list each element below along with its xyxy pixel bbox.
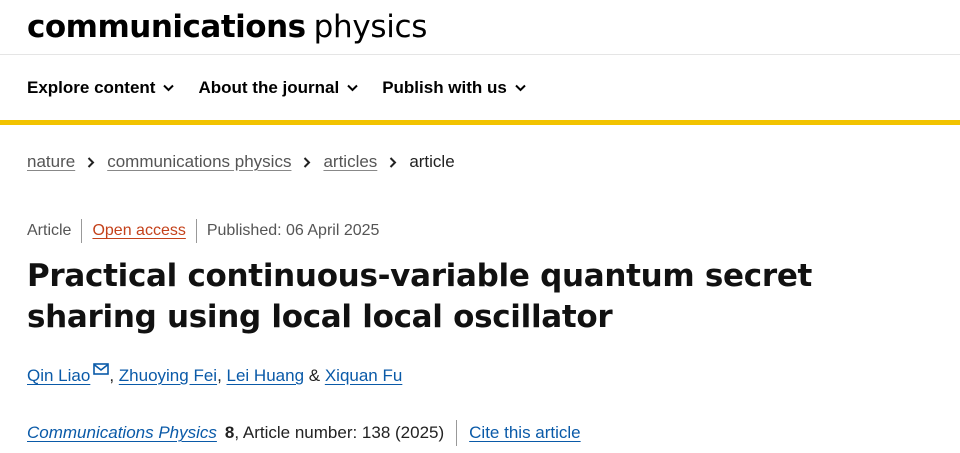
chevron-down-icon bbox=[515, 84, 526, 92]
author-link[interactable]: Lei Huang bbox=[227, 366, 305, 386]
chevron-right-icon bbox=[390, 156, 397, 168]
breadcrumb-current: article bbox=[409, 152, 455, 171]
journal-name-link[interactable]: Communications Physics bbox=[27, 423, 217, 443]
article-number: , Article number: 138 (2025) bbox=[234, 423, 445, 442]
author-separator: , bbox=[217, 366, 227, 385]
article-meta: Article Open access Published: 06 April … bbox=[27, 219, 379, 243]
nav-about-journal[interactable]: About the journal bbox=[198, 78, 358, 98]
breadcrumb-link-nature[interactable]: nature bbox=[27, 152, 75, 172]
journal-logo[interactable]: communications physics bbox=[27, 0, 427, 54]
meta-divider bbox=[81, 219, 83, 243]
chevron-right-icon bbox=[87, 156, 95, 168]
published-date: Published: 06 April 2025 bbox=[206, 222, 380, 239]
mail-icon[interactable] bbox=[93, 363, 110, 375]
nav-publish-with-us[interactable]: Publish with us bbox=[382, 78, 526, 98]
author-list: Qin Liao , Zhuoying Fei , Lei Huang & Xi… bbox=[27, 363, 403, 386]
author-link[interactable]: Xiquan Fu bbox=[325, 366, 403, 386]
nav-item-label: Publish with us bbox=[382, 78, 507, 97]
masthead-divider bbox=[0, 54, 960, 55]
cite-this-article-link[interactable]: Cite this article bbox=[469, 423, 580, 443]
main-nav: Explore content About the journal Publis… bbox=[27, 70, 550, 106]
nav-item-label: About the journal bbox=[198, 78, 340, 97]
article-type: Article bbox=[27, 222, 72, 239]
volume-number: 8 bbox=[224, 423, 235, 442]
citation-divider bbox=[456, 420, 458, 446]
logo-bold-text: communications bbox=[27, 9, 306, 45]
author-separator: & bbox=[304, 366, 325, 385]
open-access-link[interactable]: Open access bbox=[92, 222, 185, 240]
breadcrumb-link-journal[interactable]: communications physics bbox=[107, 152, 291, 172]
chevron-right-icon bbox=[304, 156, 311, 168]
breadcrumb-link-articles[interactable]: articles bbox=[323, 152, 377, 172]
logo-light-text: physics bbox=[313, 9, 428, 45]
author-link[interactable]: Qin Liao bbox=[27, 366, 90, 386]
chevron-down-icon bbox=[163, 84, 175, 92]
chevron-down-icon bbox=[347, 84, 358, 92]
nav-item-label: Explore content bbox=[27, 78, 156, 97]
citation-line: Communications Physics 8 , Article numbe… bbox=[27, 420, 581, 446]
breadcrumb: nature communications physics articles a… bbox=[27, 152, 455, 172]
article-title: Practical continuous-variable quantum se… bbox=[27, 258, 813, 335]
meta-divider bbox=[195, 219, 197, 243]
nav-explore-content[interactable]: Explore content bbox=[27, 78, 175, 98]
author-link[interactable]: Zhuoying Fei bbox=[119, 366, 217, 386]
accent-bar bbox=[0, 120, 960, 125]
author-separator: , bbox=[109, 366, 119, 385]
